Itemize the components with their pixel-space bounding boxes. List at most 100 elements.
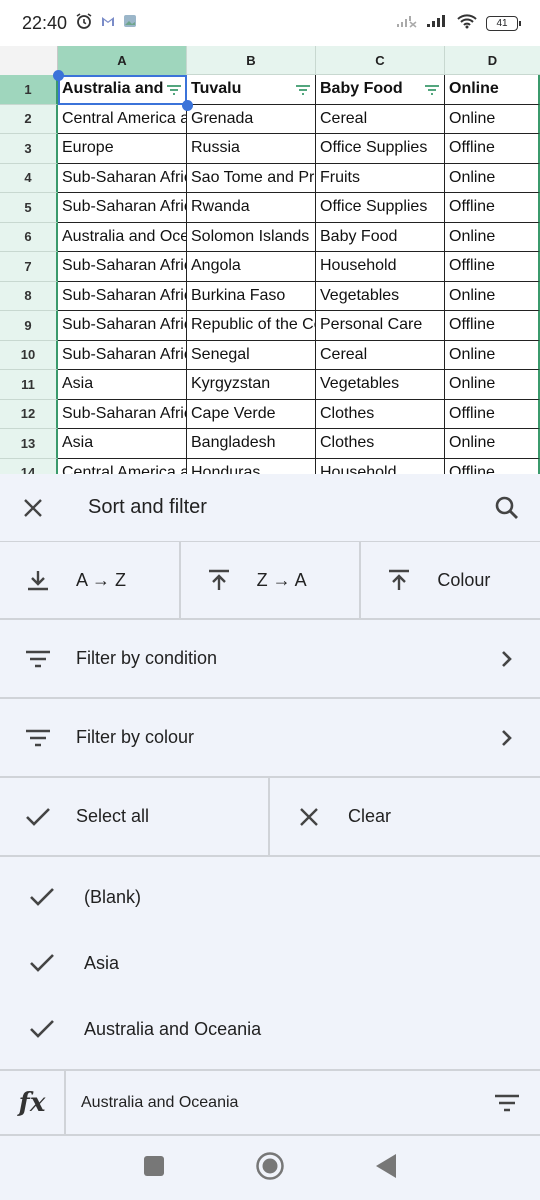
cell-c3[interactable]: Office Supplies <box>316 134 445 164</box>
column-filter-icon[interactable] <box>295 83 311 101</box>
select-all-button[interactable]: Select all <box>0 778 270 855</box>
formula-input[interactable]: Australia and Oceania <box>66 1094 474 1112</box>
cell-a5[interactable]: Sub-Saharan Afric <box>58 193 187 223</box>
cell-b9[interactable]: Republic of the Co <box>187 311 316 341</box>
filter-value-item[interactable]: Asia <box>0 930 540 996</box>
cell-c10[interactable]: Cereal <box>316 340 445 370</box>
filter-value-item[interactable]: (Blank) <box>0 864 540 930</box>
filter-toggle-button[interactable] <box>474 1093 540 1113</box>
column-header-d[interactable]: D <box>445 46 540 75</box>
row-header[interactable]: 14 <box>0 458 58 474</box>
sort-by-colour-button[interactable]: Colour <box>361 542 540 618</box>
cell-b5[interactable]: Rwanda <box>187 193 316 223</box>
row-header[interactable]: 2 <box>0 104 58 134</box>
select-all-corner[interactable] <box>0 46 58 75</box>
cell-a2[interactable]: Central America a <box>58 104 187 134</box>
home-button[interactable] <box>255 1151 285 1186</box>
cell-d13[interactable]: Online <box>445 429 540 459</box>
row-header[interactable]: 7 <box>0 252 58 282</box>
cell-b12[interactable]: Cape Verde <box>187 399 316 429</box>
cell-a1[interactable]: Australia and <box>58 75 187 105</box>
cell-d5[interactable]: Offline <box>445 193 540 223</box>
cell-d4[interactable]: Online <box>445 163 540 193</box>
clear-button[interactable]: Clear <box>270 778 540 855</box>
cell-b10[interactable]: Senegal <box>187 340 316 370</box>
cell-d6[interactable]: Online <box>445 222 540 252</box>
cell-a12[interactable]: Sub-Saharan Afric <box>58 399 187 429</box>
row-header[interactable]: 4 <box>0 163 58 193</box>
cell-c8[interactable]: Vegetables <box>316 281 445 311</box>
cell-d7[interactable]: Offline <box>445 252 540 282</box>
cell-d2[interactable]: Online <box>445 104 540 134</box>
spreadsheet-grid[interactable]: A B C D 1 Australia and Tuvalu Baby Food Onl… <box>0 46 540 474</box>
cell-c14[interactable]: Household <box>316 458 445 474</box>
cell-b14[interactable]: Honduras <box>187 458 316 474</box>
cell-d1[interactable]: Online <box>445 75 540 105</box>
selection-handle-bottom-right[interactable] <box>182 100 193 111</box>
cell-d12[interactable]: Offline <box>445 399 540 429</box>
cell-a13[interactable]: Asia <box>58 429 187 459</box>
cell-c13[interactable]: Clothes <box>316 429 445 459</box>
row-header[interactable]: 11 <box>0 370 58 400</box>
cell-c4[interactable]: Fruits <box>316 163 445 193</box>
cell-c6[interactable]: Baby Food <box>316 222 445 252</box>
search-button[interactable] <box>474 495 540 521</box>
cell-b11[interactable]: Kyrgyzstan <box>187 370 316 400</box>
close-button[interactable] <box>0 497 66 519</box>
cell-b7[interactable]: Angola <box>187 252 316 282</box>
cell-b6[interactable]: Solomon Islands <box>187 222 316 252</box>
cell-a7[interactable]: Sub-Saharan Afric <box>58 252 187 282</box>
column-filter-icon[interactable] <box>424 83 440 101</box>
row-header[interactable]: 12 <box>0 399 58 429</box>
row-header[interactable]: 1 <box>0 75 58 105</box>
column-header-a[interactable]: A <box>58 46 187 75</box>
cell-a11[interactable]: Asia <box>58 370 187 400</box>
column-header-b[interactable]: B <box>187 46 316 75</box>
row-header[interactable]: 8 <box>0 281 58 311</box>
cell-c9[interactable]: Personal Care <box>316 311 445 341</box>
cell-c1[interactable]: Baby Food <box>316 75 445 105</box>
cell-d11[interactable]: Online <box>445 370 540 400</box>
cell-a3[interactable]: Europe <box>58 134 187 164</box>
cell-d9[interactable]: Offline <box>445 311 540 341</box>
cell-a6[interactable]: Australia and Oce <box>58 222 187 252</box>
column-header-c[interactable]: C <box>316 46 445 75</box>
row-header[interactable]: 9 <box>0 311 58 341</box>
cell-c2[interactable]: Cereal <box>316 104 445 134</box>
cell-a14[interactable]: Central America a <box>58 458 187 474</box>
cell-d10[interactable]: Online <box>445 340 540 370</box>
sort-a-to-z-button[interactable]: A → Z <box>0 542 181 618</box>
row-header[interactable]: 5 <box>0 193 58 223</box>
cell-b8[interactable]: Burkina Faso <box>187 281 316 311</box>
sort-z-to-a-button[interactable]: Z → A <box>181 542 362 618</box>
row-header[interactable]: 10 <box>0 340 58 370</box>
cell-b13[interactable]: Bangladesh <box>187 429 316 459</box>
row-header[interactable]: 3 <box>0 134 58 164</box>
cell-d14[interactable]: Offline <box>445 458 540 474</box>
cell-d8[interactable]: Online <box>445 281 540 311</box>
cell-b3[interactable]: Russia <box>187 134 316 164</box>
recents-button[interactable] <box>143 1155 165 1182</box>
cell-a8[interactable]: Sub-Saharan Afric <box>58 281 187 311</box>
row-header[interactable]: 13 <box>0 429 58 459</box>
cell-c7[interactable]: Household <box>316 252 445 282</box>
filter-by-condition-row[interactable]: Filter by condition <box>0 620 540 699</box>
cell-c11[interactable]: Vegetables <box>316 370 445 400</box>
selection-handle-top-left[interactable] <box>53 70 64 81</box>
cell-b1[interactable]: Tuvalu <box>187 75 316 105</box>
back-button[interactable] <box>375 1153 397 1184</box>
cell-a9[interactable]: Sub-Saharan Afric <box>58 311 187 341</box>
filter-value-item[interactable]: Australia and Oceania <box>0 996 540 1062</box>
filter-by-colour-row[interactable]: Filter by colour <box>0 699 540 778</box>
cell-b2[interactable]: Grenada <box>187 104 316 134</box>
cell-d3[interactable]: Offline <box>445 134 540 164</box>
row-header[interactable]: 6 <box>0 222 58 252</box>
column-filter-icon[interactable] <box>166 83 182 101</box>
cell-a4[interactable]: Sub-Saharan Afric <box>58 163 187 193</box>
cell-c12[interactable]: Clothes <box>316 399 445 429</box>
cell-b4[interactable]: Sao Tome and Pri <box>187 163 316 193</box>
fx-icon[interactable]: fx <box>0 1071 66 1134</box>
cell-c5[interactable]: Office Supplies <box>316 193 445 223</box>
cell-a10[interactable]: Sub-Saharan Afric <box>58 340 187 370</box>
sort-a-to-z-label: A → Z <box>76 569 127 590</box>
